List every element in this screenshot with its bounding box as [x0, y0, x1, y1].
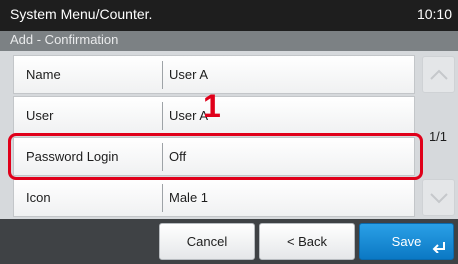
divider — [162, 102, 163, 130]
page-indicator: 1/1 — [428, 129, 448, 144]
save-button[interactable]: Save — [359, 223, 454, 260]
row-label: Name — [26, 67, 61, 82]
chevron-up-icon — [430, 69, 448, 80]
row-value: Male 1 — [169, 190, 209, 205]
screen: System Menu/Counter. 10:10 Add - Confirm… — [0, 0, 458, 264]
divider — [162, 61, 163, 89]
back-button[interactable]: < Back — [259, 223, 355, 260]
callout-step-number: 1 — [203, 88, 221, 124]
scroll-up-button[interactable] — [422, 56, 455, 93]
clock: 10:10 — [416, 6, 452, 22]
screen-title: Add - Confirmation — [10, 32, 119, 47]
row-label: Icon — [26, 190, 51, 205]
scroll-column: 1/1 — [418, 51, 458, 219]
footer-bar: Cancel < Back Save — [0, 219, 458, 264]
header-title: System Menu/Counter. — [10, 6, 153, 22]
row-label: User — [26, 108, 54, 123]
row-icon[interactable]: Icon Male 1 — [13, 178, 415, 217]
scroll-down-button[interactable] — [422, 179, 455, 216]
back-label: < Back — [286, 234, 328, 249]
chevron-down-icon — [430, 193, 448, 204]
cancel-button[interactable]: Cancel — [159, 223, 255, 260]
subheader-bar: Add - Confirmation — [0, 31, 458, 51]
callout-highlight — [8, 133, 423, 180]
divider — [162, 184, 163, 212]
save-label: Save — [391, 234, 422, 249]
enter-icon — [432, 242, 445, 253]
row-value: User A — [169, 67, 209, 82]
cancel-label: Cancel — [186, 234, 228, 249]
header-bar: System Menu/Counter. 10:10 — [0, 0, 458, 31]
